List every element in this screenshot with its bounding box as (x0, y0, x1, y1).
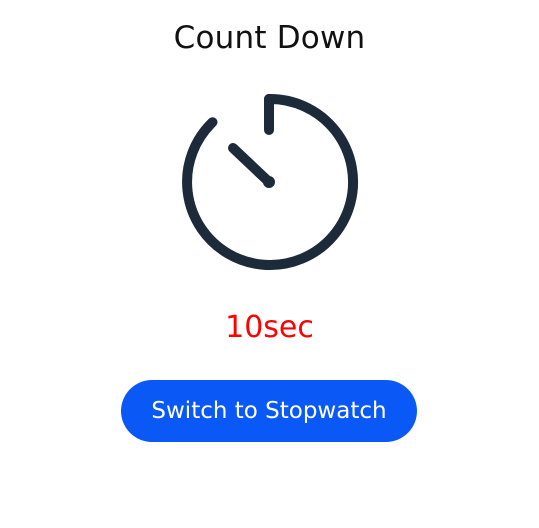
page-title: Count Down (173, 20, 366, 56)
timer-needle (228, 143, 274, 187)
timer-icon (182, 93, 358, 270)
countdown-time-readout: 10sec (225, 310, 314, 345)
countdown-screen: Count Down 10sec Switch to Stopwatch (0, 0, 539, 528)
switch-to-stopwatch-button[interactable]: Switch to Stopwatch (121, 380, 417, 442)
timer-hub (263, 176, 275, 188)
